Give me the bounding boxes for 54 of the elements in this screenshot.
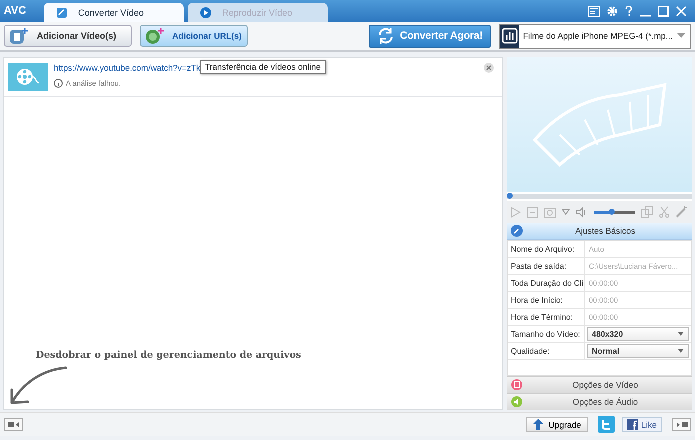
upgrade-button[interactable]: Upgrade [526,417,588,432]
setting-dropdown[interactable]: 480x320 [587,327,689,341]
setting-label: Hora de Término: [508,309,585,325]
caret-icon [678,349,684,353]
twitter-icon[interactable] [598,416,616,433]
setting-dropdown[interactable]: Normal [587,344,689,358]
expand-icon [674,420,688,428]
settings-title: Ajustes Básicos [574,226,636,236]
list-icon[interactable] [588,6,600,16]
add-video-button[interactable]: Adicionar Vídeo(s) [4,25,132,47]
dropdown-caret-icon [677,33,686,39]
expand-panel-button[interactable] [672,418,691,431]
wand-icon[interactable] [676,206,688,218]
setting-label: Pasta de saída: [508,258,585,274]
volume-slider[interactable] [594,210,635,214]
like-button[interactable]: Like [622,417,662,432]
maximize-icon[interactable] [658,6,669,16]
close-icon[interactable] [676,6,687,16]
caret-icon [678,332,684,336]
setting-label: Hora de Início: [508,292,585,308]
remove-icon[interactable] [484,63,494,73]
upload-arrow-icon [532,419,544,430]
settings-icon[interactable] [607,6,618,16]
speaker-icon[interactable] [576,206,588,218]
setting-label: Nome do Arquivo: [508,241,585,257]
collapse-icon [6,420,20,428]
arrow-drawing [8,365,68,407]
help-icon[interactable] [625,6,633,16]
tooltip: Transferência de vídeos online [200,60,326,74]
section-header[interactable]: Opções de Áudio [507,393,692,410]
hint-text: Desdobrar o painel de gerenciamento de arquivos [36,350,302,361]
settings-header[interactable]: Ajustes Básicos [507,223,692,240]
video-thumbnail [8,63,48,91]
speaker-icon [511,396,523,408]
profile-dropdown[interactable]: Filme do Apple iPhone MPEG-4 (*.mp... [499,24,691,48]
video-url-link[interactable]: https://www.youtube.com/watch?v=zTk [54,63,201,73]
app-logo: AVC [4,5,26,17]
refresh-icon [377,27,396,45]
add-url-button[interactable]: Adicionar URL(s) [140,25,248,47]
facebook-icon [627,419,638,430]
pencil-icon [56,6,68,18]
play-icon [200,6,212,18]
setting-label: Toda Duração do Cli [508,275,585,291]
setting-label: Qualidade: [508,343,585,359]
section-header[interactable]: Opções de Vídeo [507,376,692,393]
add-film-icon [9,27,29,45]
info-icon [54,79,63,88]
device-icon [502,28,518,44]
seek-bar[interactable] [507,194,692,199]
setting-label: Tamanho do Vídeo: [508,326,585,342]
tab[interactable]: Converter Vídeo [44,3,184,22]
caret-icon[interactable] [562,209,570,215]
film-icon [511,379,523,391]
collapse-panel-button[interactable] [4,418,23,431]
